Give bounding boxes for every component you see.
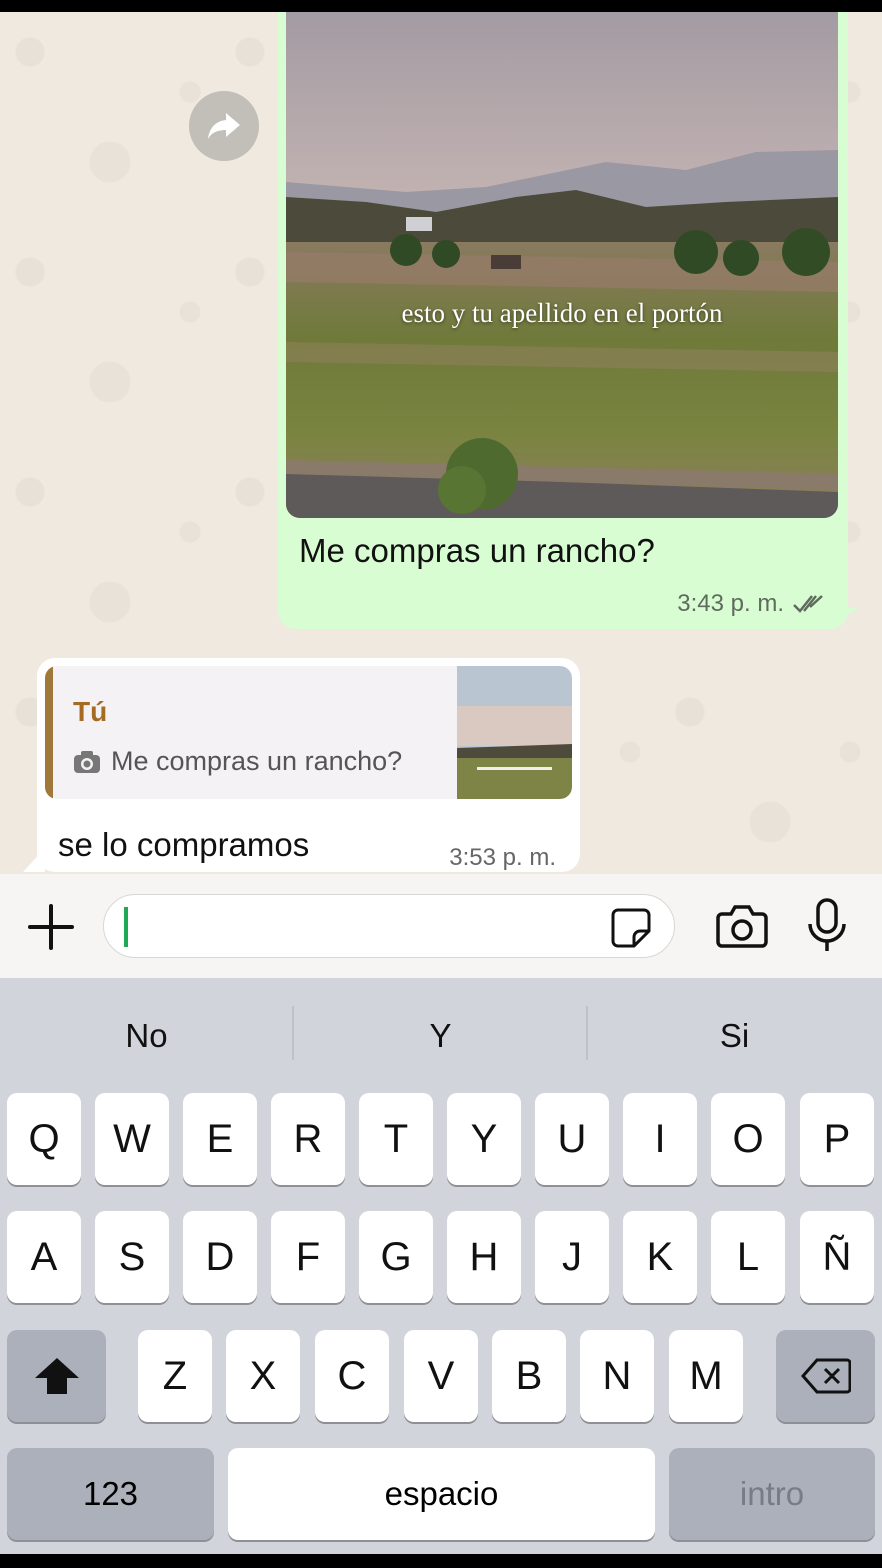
incoming-message-text: se lo compramos xyxy=(58,826,310,863)
incoming-message-time: 3:53 p. m. xyxy=(449,844,556,871)
key-a[interactable]: A xyxy=(7,1211,81,1303)
key-l[interactable]: L xyxy=(711,1211,785,1303)
key-i[interactable]: I xyxy=(623,1093,697,1185)
microphone-icon[interactable] xyxy=(806,898,848,954)
double-check-icon xyxy=(793,595,823,613)
key-k[interactable]: K xyxy=(623,1211,697,1303)
space-key[interactable]: espacio xyxy=(228,1448,655,1540)
key-g[interactable]: G xyxy=(359,1211,433,1303)
key-f[interactable]: F xyxy=(271,1211,345,1303)
outgoing-message[interactable]: esto y tu apellido en el portón Me compr… xyxy=(278,12,848,629)
suggestion-1[interactable]: No xyxy=(0,1008,293,1064)
photo-caption: esto y tu apellido en el portón xyxy=(401,298,723,328)
reply-text: Me compras un rancho? xyxy=(111,746,403,776)
key-b[interactable]: B xyxy=(492,1330,566,1422)
return-key[interactable]: intro xyxy=(669,1448,875,1540)
key-w[interactable]: W xyxy=(95,1093,169,1185)
key-d[interactable]: D xyxy=(183,1211,257,1303)
key-n[interactable]: N xyxy=(580,1330,654,1422)
key-n-tilde[interactable]: Ñ xyxy=(800,1211,874,1303)
forward-arrow-icon xyxy=(208,113,240,139)
reply-preview: Me compras un rancho? xyxy=(73,746,402,777)
keyboard: No Y Si Q W E R T Y U I O P A S D F G H … xyxy=(0,978,882,1554)
backspace-key[interactable] xyxy=(776,1330,875,1422)
plus-icon[interactable] xyxy=(26,902,76,952)
outgoing-bubble-tail xyxy=(836,608,858,622)
key-j[interactable]: J xyxy=(535,1211,609,1303)
key-p[interactable]: P xyxy=(800,1093,874,1185)
reply-author: Tú xyxy=(73,696,108,727)
incoming-bubble-tail xyxy=(23,848,45,872)
shift-arrow-icon xyxy=(34,1358,79,1394)
key-x[interactable]: X xyxy=(226,1330,300,1422)
backspace-icon xyxy=(800,1358,851,1394)
chat-area[interactable]: esto y tu apellido en el portón Me compr… xyxy=(0,12,882,874)
camera-icon[interactable] xyxy=(716,904,768,948)
key-q[interactable]: Q xyxy=(7,1093,81,1185)
ranch-landscape-image xyxy=(286,12,838,518)
status-bar xyxy=(0,0,882,12)
message-input[interactable] xyxy=(103,894,675,958)
reply-quote[interactable]: Tú Me compras un rancho? xyxy=(45,666,572,799)
text-caret xyxy=(124,907,128,947)
forward-button[interactable] xyxy=(189,91,259,161)
key-v[interactable]: V xyxy=(404,1330,478,1422)
key-s[interactable]: S xyxy=(95,1211,169,1303)
sticker-icon[interactable] xyxy=(610,907,652,949)
key-u[interactable]: U xyxy=(535,1093,609,1185)
key-c[interactable]: C xyxy=(315,1330,389,1422)
reply-thumbnail xyxy=(457,666,572,799)
suggestion-3[interactable]: Si xyxy=(588,1008,881,1064)
camera-icon xyxy=(74,750,100,773)
home-indicator-area xyxy=(0,1554,882,1568)
shift-key[interactable] xyxy=(7,1330,106,1422)
message-composer xyxy=(0,874,882,978)
message-photo[interactable]: esto y tu apellido en el portón xyxy=(286,12,838,518)
key-e[interactable]: E xyxy=(183,1093,257,1185)
key-z[interactable]: Z xyxy=(138,1330,212,1422)
incoming-message[interactable]: Tú Me compras un rancho? se lo compramos… xyxy=(37,658,580,872)
outgoing-message-meta: 3:43 p. m. xyxy=(677,590,826,618)
key-m[interactable]: M xyxy=(669,1330,743,1422)
key-t[interactable]: T xyxy=(359,1093,433,1185)
message-time: 3:43 p. m. xyxy=(677,590,784,617)
suggestion-2[interactable]: Y xyxy=(294,1008,587,1064)
outgoing-message-text: Me compras un rancho? xyxy=(299,532,655,569)
key-o[interactable]: O xyxy=(711,1093,785,1185)
key-h[interactable]: H xyxy=(447,1211,521,1303)
key-y[interactable]: Y xyxy=(447,1093,521,1185)
reply-quote-bar xyxy=(45,666,53,799)
key-r[interactable]: R xyxy=(271,1093,345,1185)
numbers-key[interactable]: 123 xyxy=(7,1448,214,1540)
